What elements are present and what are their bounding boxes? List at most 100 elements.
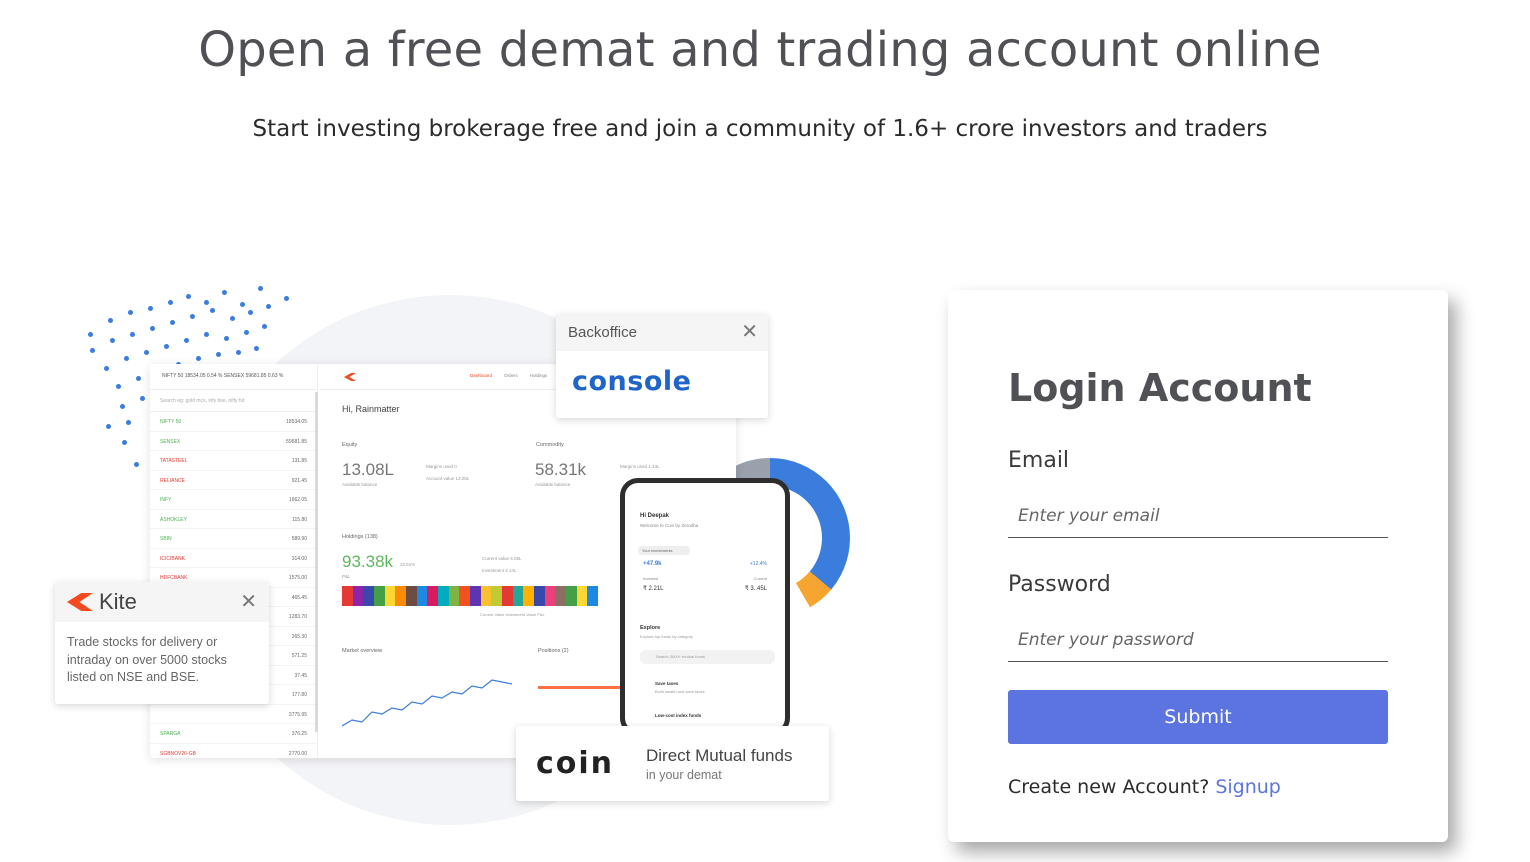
close-icon[interactable]: ✕ <box>741 322 758 342</box>
treemap-tile <box>534 586 545 606</box>
dashboard-nav-link[interactable]: Dashboard <box>470 373 492 378</box>
watchlist-symbol: ASHOKLEY <box>160 516 187 523</box>
decorative-dot <box>284 296 289 301</box>
decorative-dot <box>126 420 131 425</box>
watchlist-price: 59681.85 <box>286 438 307 445</box>
watchlist-row[interactable]: RELIANCE 921.45 <box>150 471 317 490</box>
console-card: Backoffice ✕ console <box>556 314 768 418</box>
password-field[interactable] <box>1008 618 1388 662</box>
decorative-dot <box>104 366 109 371</box>
watchlist-price: 589.90 <box>291 536 307 542</box>
phone-invested-label: Invested <box>643 576 659 581</box>
holdings-treemap <box>342 586 599 606</box>
phone-search: Search 3000+ mutual funds <box>640 650 775 664</box>
login-form: Login Account Email Password Submit Crea… <box>948 290 1448 842</box>
console-logo: console <box>572 366 692 397</box>
decorative-dot <box>184 338 189 343</box>
decorative-dot <box>224 336 229 341</box>
decorative-dot <box>204 332 209 337</box>
phone-item-save-taxes: Save taxes <box>655 681 679 686</box>
commodity-caption: Available balance <box>535 482 571 487</box>
watchlist-row[interactable]: ICICIBANK 314.00 <box>150 549 317 568</box>
holdings-pl: P&L <box>342 574 351 579</box>
phone-item-index-funds: Low-cost index funds <box>655 713 702 718</box>
decorative-dot <box>140 396 145 401</box>
treemap-tile <box>480 586 492 606</box>
watchlist-row[interactable]: INFY 1662.05 <box>150 490 317 510</box>
page-subtitle: Start investing brokerage free and join … <box>252 116 1268 142</box>
submit-button[interactable]: Submit <box>1008 690 1388 744</box>
watchlist-price: 177.80 <box>291 692 307 698</box>
decorative-dot <box>106 424 111 429</box>
phone-welcome: Welcome to Coin by Zerodha <box>640 523 699 528</box>
decorative-dot <box>116 384 121 389</box>
index-ticker: NIFTY 50 18534.05 0.54 % SENSEX 59681.85… <box>150 364 317 390</box>
phone-pill: Your investments <box>638 546 690 555</box>
decorative-dot <box>216 352 221 357</box>
decorative-dot <box>168 300 173 305</box>
watchlist-price: 1283.70 <box>288 614 307 620</box>
dashboard-nav-link[interactable]: Orders <box>504 373 518 378</box>
dashboard-nav-link[interactable]: Holdings <box>530 373 548 378</box>
watchlist-price: 265.30 <box>291 633 307 640</box>
decorative-dot <box>266 304 271 309</box>
commodity-label: Commodity <box>536 442 564 448</box>
holdings-current: Current value 5.08L <box>482 556 522 561</box>
decorative-dot <box>262 324 267 329</box>
decorative-dot <box>244 330 249 335</box>
decorative-dot <box>230 316 235 321</box>
treemap-tile <box>448 586 460 606</box>
kite-card: Kite ✕ Trade stocks for delivery or intr… <box>55 582 269 704</box>
watchlist-row[interactable]: SGBNOV26-GB 2770.00 <box>150 744 317 759</box>
decorative-dot <box>254 346 259 351</box>
kite-logo-icon <box>67 593 93 611</box>
phone-greeting: Hi Deepak <box>640 513 670 519</box>
watchlist-symbol: SPARGA <box>160 731 181 737</box>
decorative-dot <box>108 318 113 323</box>
decorative-dot <box>170 320 175 325</box>
page-title: Open a free demat and trading account on… <box>198 22 1322 78</box>
close-icon[interactable]: ✕ <box>240 592 257 612</box>
signup-link[interactable]: Signup <box>1215 776 1281 798</box>
decorative-dot <box>90 348 95 353</box>
treemap-tile <box>502 586 513 606</box>
watchlist-price: 115.80 <box>292 516 307 523</box>
watchlist-row[interactable]: SENSEX 59681.85 <box>150 432 317 451</box>
email-field[interactable] <box>1008 494 1388 538</box>
phone-gain-pct: +12.4% <box>749 561 767 567</box>
watchlist-row[interactable]: SPARGA 376.25 <box>150 724 317 744</box>
watchlist-row[interactable]: TATASTEEL 131.85 <box>150 451 317 471</box>
phone-current-value: ₹ 3..45L <box>744 586 767 592</box>
watchlist-price: 3775.95 <box>288 711 307 718</box>
market-overview-label: Market overview <box>342 648 383 654</box>
treemap-tile <box>459 586 471 606</box>
kite-card-description: Trade stocks for delivery or intraday on… <box>67 635 227 684</box>
watchlist-row[interactable]: SBIN 589.90 <box>150 529 317 549</box>
equity-account: Account value 13.08L <box>426 476 470 481</box>
login-title: Login Account <box>1008 366 1312 410</box>
treemap-legend: Current Value Investment Value P&L <box>480 612 545 617</box>
watchlist-row[interactable]: ASHOKLEY 115.80 <box>150 510 317 529</box>
phone-item-save-taxes-sub: Build wealth and save taxes <box>655 689 705 694</box>
watchlist-price: 465.45 <box>291 594 307 601</box>
treemap-tile <box>576 586 588 606</box>
treemap-tile <box>395 586 407 606</box>
watchlist-price: 131.85 <box>291 458 307 464</box>
watchlist-symbol: HDFCBANK <box>160 575 188 581</box>
market-line <box>342 679 513 727</box>
decorative-dot <box>122 440 127 445</box>
decorative-dot <box>150 326 155 331</box>
decorative-dot <box>190 314 195 319</box>
watchlist-row[interactable]: 3775.95 <box>150 705 317 724</box>
watchlist-symbol: ICICIBANK <box>160 555 186 562</box>
treemap-tile <box>470 586 481 606</box>
watchlist-symbol: SBIN <box>160 536 172 542</box>
watchlist-symbol: INFY <box>160 497 172 503</box>
watchlist-price: 1575.00 <box>288 575 307 581</box>
watchlist-price: 1662.05 <box>288 497 307 503</box>
watchlist-row[interactable]: NIFTY 50 18534.05 <box>150 412 317 432</box>
watchlist-price: 2770.00 <box>288 750 307 757</box>
decorative-dot <box>222 290 227 295</box>
treemap-tile <box>374 586 385 606</box>
decorative-dot <box>236 350 241 355</box>
